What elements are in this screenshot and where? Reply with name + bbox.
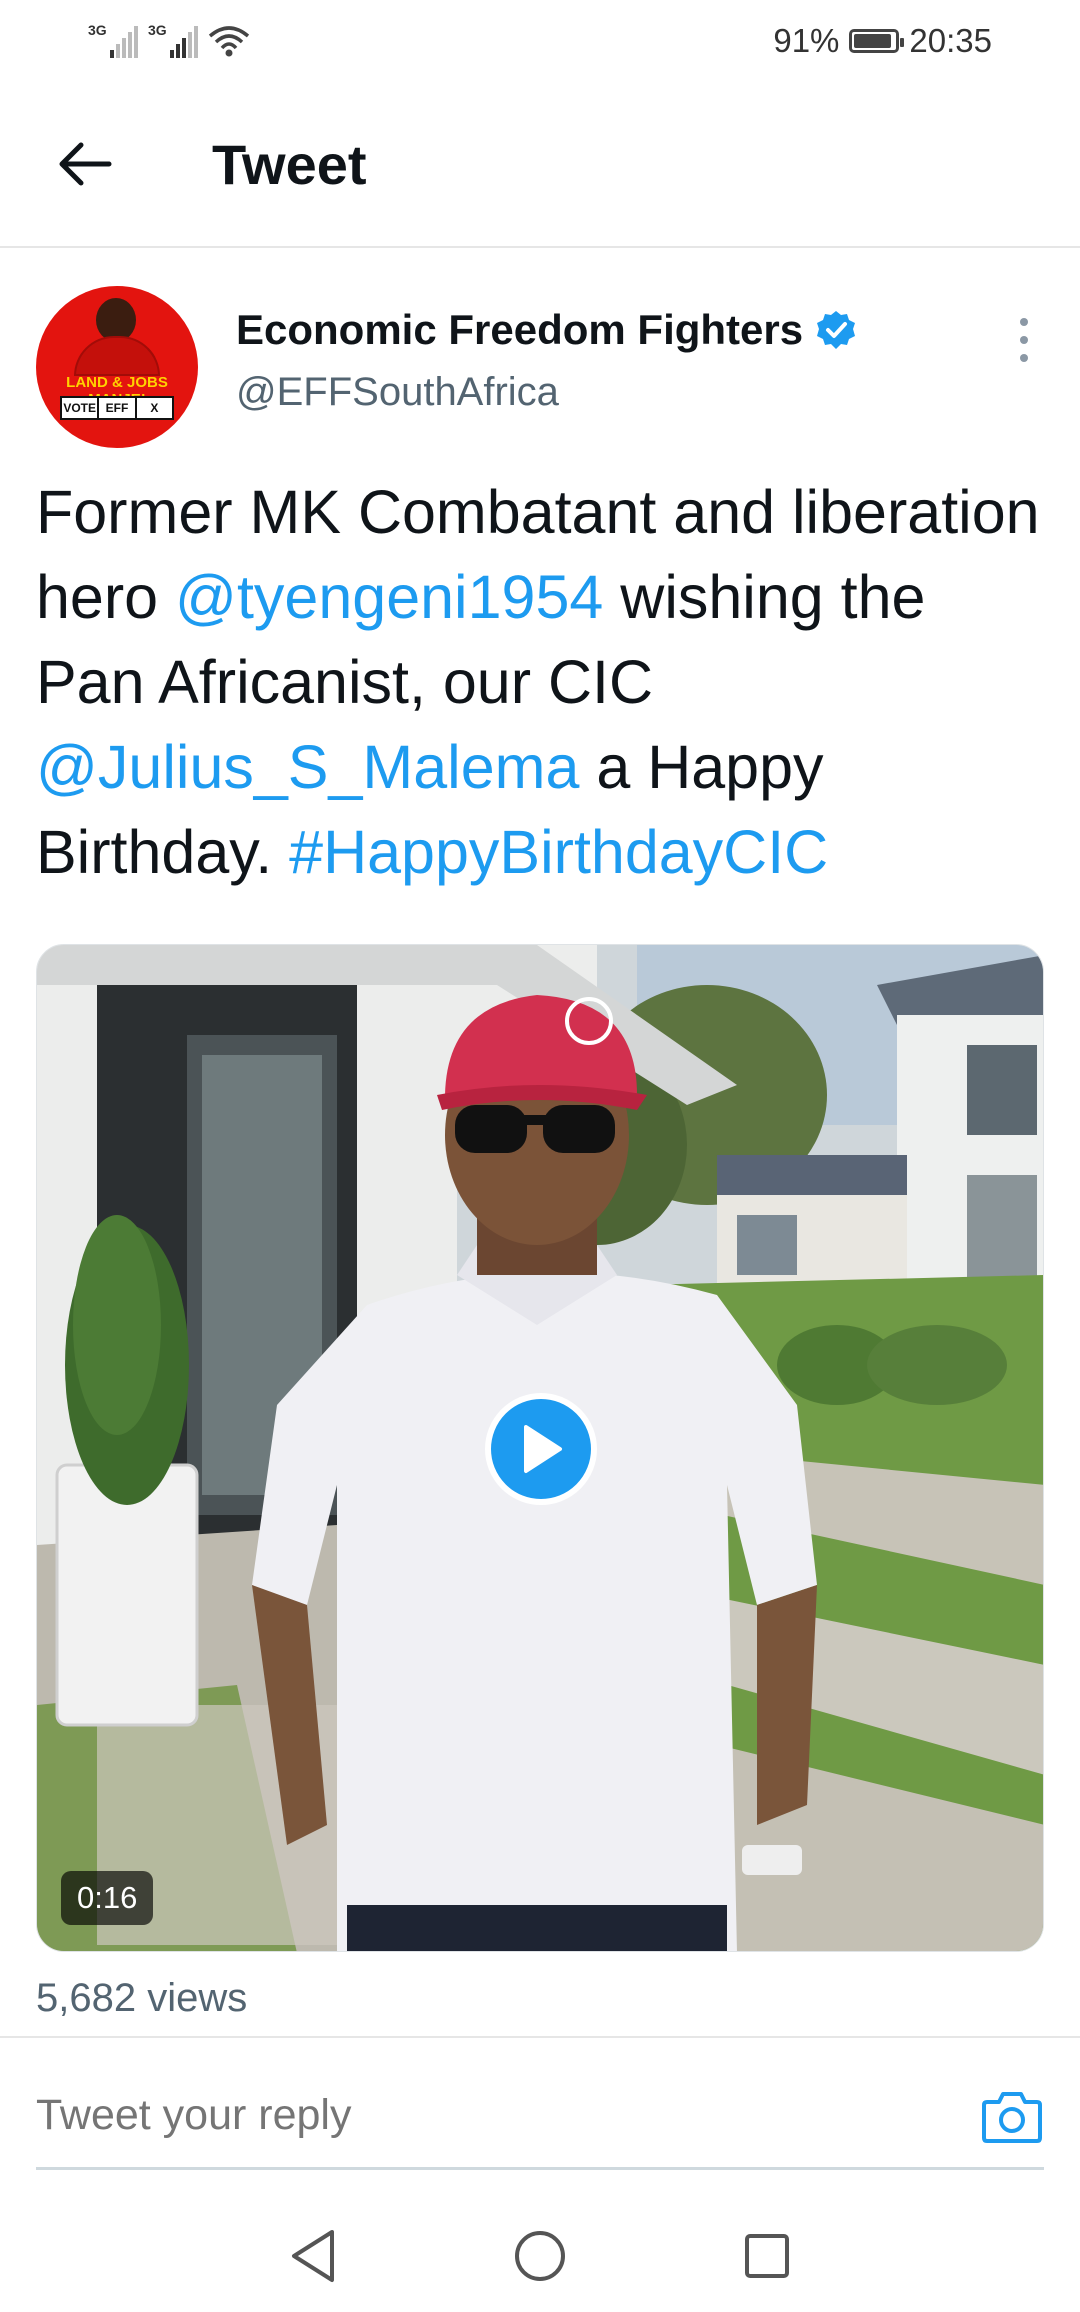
verified-badge-icon <box>817 311 856 349</box>
network-type-1: 3G <box>88 22 107 38</box>
video-media[interactable]: 0:16 <box>36 944 1044 1952</box>
clock: 20:35 <box>909 22 992 59</box>
nav-home-button[interactable] <box>500 2216 580 2296</box>
back-button[interactable] <box>40 119 130 209</box>
camera-button[interactable] <box>980 2084 1044 2148</box>
hashtag-link[interactable]: #HappyBirthdayCIC <box>289 818 828 886</box>
app-header: Tweet <box>0 82 1080 248</box>
video-duration: 0:16 <box>61 1871 154 1925</box>
tweet-author: LAND & JOBS MANJE! VOTE EFF X Economic F… <box>36 286 1044 450</box>
battery-percent: 91% <box>773 22 840 59</box>
battery-icon <box>849 29 905 53</box>
mention-link[interactable]: @Julius_S_Malema <box>36 733 579 801</box>
avatar-ballot: VOTE EFF X <box>60 396 174 420</box>
camera-icon <box>982 2091 1042 2143</box>
nav-back-button[interactable] <box>273 2216 353 2296</box>
mention-link[interactable]: @tyengeni1954 <box>175 563 603 631</box>
home-circle-icon <box>514 2231 565 2281</box>
more-dot <box>1020 336 1028 344</box>
recents-square-icon <box>744 2234 789 2278</box>
reply-input[interactable] <box>36 2091 836 2140</box>
ballot-eff: EFF <box>99 398 137 418</box>
ballot-x: X <box>150 401 159 415</box>
more-options-button[interactable] <box>1004 310 1044 370</box>
wifi-icon <box>208 26 250 57</box>
more-dot <box>1020 318 1028 326</box>
divider <box>0 2036 1080 2038</box>
battery-fill <box>854 34 891 48</box>
play-icon <box>524 1425 562 1473</box>
signal-icon: 3G <box>88 22 138 58</box>
network-type-2: 3G <box>148 22 167 38</box>
author-handle[interactable]: @EFFSouthAfrica <box>236 370 857 415</box>
tweet-text: Former MK Combatant and liberation hero … <box>36 470 1046 895</box>
status-right: 91% 20:35 <box>773 22 992 60</box>
status-left: 3G 3G <box>88 22 250 58</box>
back-triangle-icon <box>292 2230 335 2282</box>
reply-bar <box>36 2064 1044 2170</box>
nav-recents-button[interactable] <box>727 2216 807 2296</box>
ballot-vote: VOTE <box>62 398 100 418</box>
view-count: 5,682 views <box>36 1976 248 2020</box>
page-title: Tweet <box>212 132 367 196</box>
avatar-portrait-body <box>74 336 160 376</box>
author-name-row: Economic Freedom Fighters <box>236 306 857 354</box>
system-nav-bar <box>0 2200 1080 2312</box>
author-text: Economic Freedom Fighters @EFFSouthAfric… <box>236 286 857 450</box>
status-bar: 3G 3G 91% 20:35 <box>0 0 1080 82</box>
play-button[interactable] <box>485 1393 597 1505</box>
signal-icon-2: 3G <box>148 22 198 58</box>
back-arrow-icon <box>59 142 112 186</box>
author-name[interactable]: Economic Freedom Fighters <box>236 306 803 354</box>
avatar[interactable]: LAND & JOBS MANJE! VOTE EFF X <box>36 286 198 448</box>
more-dot <box>1020 354 1028 362</box>
